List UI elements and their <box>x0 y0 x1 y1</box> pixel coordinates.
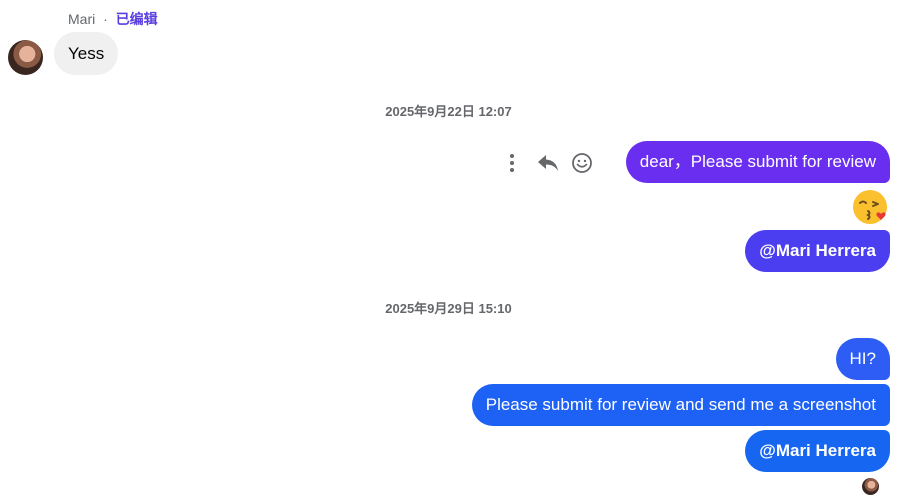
reply-icon[interactable] <box>535 149 561 177</box>
mention-message-bubble[interactable]: @Mari Herrera <box>745 430 890 472</box>
outgoing-message-bubble[interactable]: Please submit for review and send me a s… <box>471 384 890 426</box>
timestamp-divider: 2025年9月22日 12:07 <box>385 104 512 119</box>
outgoing-message-bubble[interactable]: dear，Please submit for review <box>625 141 890 183</box>
separator-dot: · <box>103 11 108 27</box>
sender-header: Mari · 已编辑 <box>68 9 158 29</box>
seen-receipt-avatar <box>862 478 879 495</box>
incoming-message-bubble[interactable]: Yess <box>54 32 119 75</box>
timestamp-divider: 2025年9月29日 15:10 <box>385 301 512 316</box>
smiley-icon[interactable] <box>569 149 595 177</box>
sender-name: Mari <box>68 11 96 27</box>
more-vertical-icon[interactable] <box>502 149 522 177</box>
avatar[interactable] <box>8 40 43 75</box>
mention-message-bubble[interactable]: @Mari Herrera <box>745 230 890 272</box>
kiss-emoji-icon[interactable] <box>851 188 889 226</box>
outgoing-message-bubble[interactable]: HI? <box>835 338 890 380</box>
edited-label[interactable]: 已编辑 <box>116 11 158 27</box>
